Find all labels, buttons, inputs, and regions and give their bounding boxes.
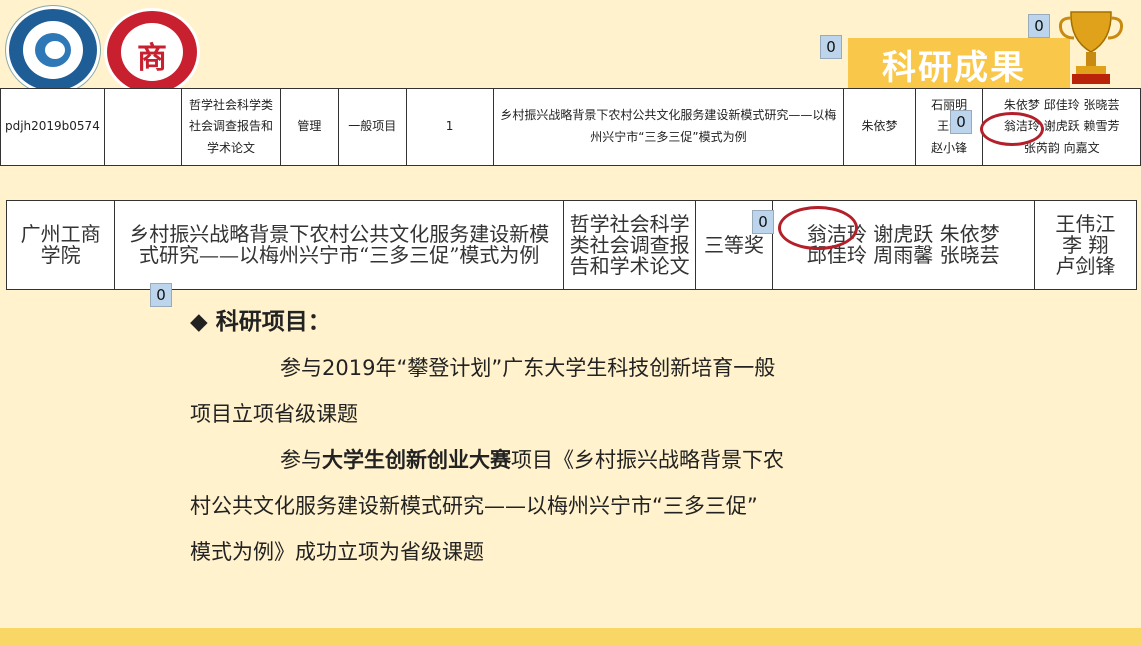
highlight-circle [778, 206, 858, 250]
paragraph-line: 项目立项省级课题 [190, 402, 358, 426]
page-title: 科研成果 [882, 48, 1026, 88]
university-logo [6, 6, 100, 94]
college-logo: 商 [104, 8, 200, 96]
discipline: 管理 [279, 88, 339, 166]
count-badge: 0 [1028, 14, 1050, 38]
competition-name: 大学生创新创业大赛 [322, 448, 511, 472]
project-level: 一般项目 [337, 88, 407, 166]
award-table: 广州工商学院 乡村振兴战略背景下农村公共文化服务建设新模式研究——以梅州兴宁市“… [5, 200, 1138, 290]
paragraph-line: 参与大学生创新创业大赛项目《乡村振兴战略背景下农 [280, 448, 784, 472]
count-badge: 0 [950, 110, 972, 134]
highlight-circle [980, 112, 1044, 146]
member-count: 1 [405, 88, 494, 166]
school-name: 广州工商学院 [5, 200, 116, 290]
paragraph-line: 模式为例》成功立项为省级课题 [190, 540, 484, 564]
trophy-icon [1059, 11, 1123, 84]
project-title: 乡村振兴战略背景下农村公共文化服务建设新模式研究——以梅州兴宁市“三多三促”模式… [492, 88, 845, 166]
paragraph-line: 参与2019年“攀登计划”广东大学生科技创新培育一般 [280, 356, 776, 380]
count-badge: 0 [752, 210, 774, 234]
paragraph-line: 村公共文化服务建设新模式研究——以梅州兴宁市“三多三促” [190, 494, 758, 518]
section-heading: ◆ 科研项目： [190, 309, 331, 335]
award-project-title: 乡村振兴战略背景下农村公共文化服务建设新模式研究——以梅州兴宁市“三多三促”模式… [114, 200, 565, 290]
count-badge: 0 [150, 283, 172, 307]
award-category: 哲学社会科学类社会调查报告和学术论文 [563, 200, 697, 290]
count-badge: 0 [820, 35, 842, 59]
project-code: pdjh2019b0574 [0, 88, 105, 166]
footer-band [0, 628, 1141, 645]
leader-name: 朱依梦 [843, 88, 916, 166]
award-advisors: 王伟江 李 翔 卢剑锋 [1033, 200, 1138, 290]
project-category: 哲学社会科学类社会调查报告和学术论文 [180, 88, 281, 166]
empty-cell [103, 88, 182, 166]
